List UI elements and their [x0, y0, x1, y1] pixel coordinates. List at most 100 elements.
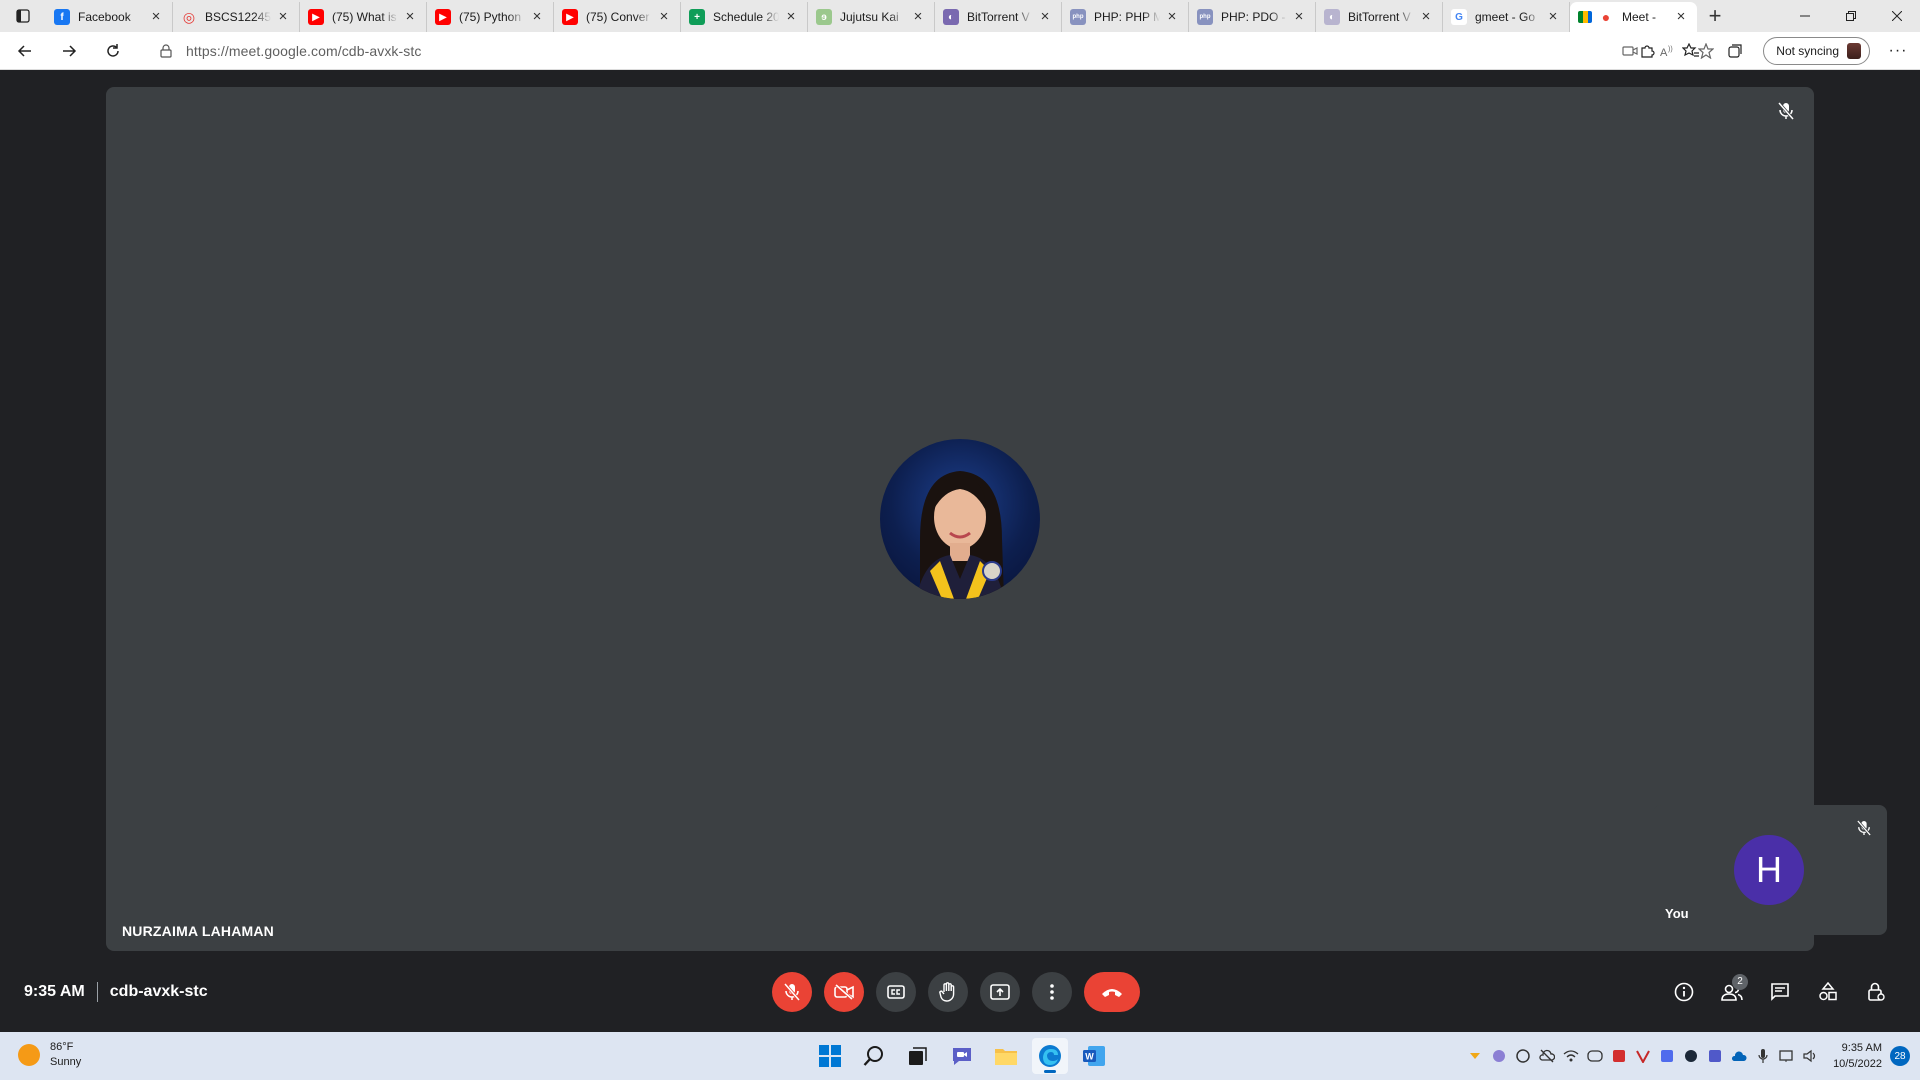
browser-tab[interactable]: php PHP: PDO - × — [1189, 2, 1316, 32]
start-button[interactable] — [812, 1038, 848, 1074]
browser-tab[interactable]: ◐ BitTorrent V × — [935, 2, 1062, 32]
word-button[interactable]: W — [1076, 1038, 1112, 1074]
raise-hand-button[interactable] — [928, 972, 968, 1012]
tab-actions-button[interactable] — [0, 0, 46, 32]
tray-volume-icon[interactable] — [1799, 1032, 1823, 1080]
close-tab-icon[interactable]: × — [275, 9, 291, 25]
participant-tile[interactable]: NURZAIMA LAHAMAN — [106, 87, 1814, 951]
notification-center-badge[interactable]: 28 — [1890, 1046, 1910, 1066]
chat-icon — [1771, 983, 1789, 1001]
close-window-button[interactable] — [1874, 0, 1920, 32]
tray-network-icon[interactable] — [1775, 1032, 1799, 1080]
close-tab-icon[interactable]: × — [1418, 9, 1434, 25]
self-view-tile[interactable]: H You — [1653, 805, 1887, 935]
tray-steam-icon[interactable] — [1511, 1032, 1535, 1080]
close-tab-icon[interactable]: × — [656, 9, 672, 25]
taskbar-clock[interactable]: 9:35 AM 10/5/2022 — [1833, 1040, 1882, 1072]
weather-condition: Sunny — [50, 1056, 82, 1068]
close-tab-icon[interactable]: × — [1291, 9, 1307, 25]
browser-tab[interactable]: ◎ BSCS12245 × — [173, 2, 300, 32]
meeting-details-button[interactable] — [1664, 972, 1704, 1012]
tray-discord-icon[interactable] — [1583, 1032, 1607, 1080]
participant-count-badge: 2 — [1732, 974, 1748, 990]
close-tab-icon[interactable]: × — [402, 9, 418, 25]
toggle-microphone-button[interactable] — [772, 972, 812, 1012]
system-tray: 9:35 AM 10/5/2022 28 — [1463, 1032, 1920, 1080]
tray-wifi-icon[interactable] — [1559, 1032, 1583, 1080]
browser-tab[interactable]: ● Meet - × — [1570, 2, 1697, 32]
tray-steam-client-icon[interactable] — [1679, 1032, 1703, 1080]
lock-person-icon — [1868, 982, 1885, 1001]
file-explorer-button[interactable] — [988, 1038, 1024, 1074]
browser-tab[interactable]: f Facebook × — [46, 2, 173, 32]
tray-nvidia-icon[interactable] — [1655, 1032, 1679, 1080]
toggle-camera-button[interactable] — [824, 972, 864, 1012]
browser-toolbar: https://meet.google.com/cdb-avxk-stc A))… — [0, 32, 1920, 70]
chat-button[interactable] — [1760, 972, 1800, 1012]
forward-button[interactable] — [50, 35, 88, 67]
browser-tab[interactable]: ▶ (75) Python × — [427, 2, 554, 32]
divider — [96, 982, 98, 1002]
google-icon: G — [1451, 9, 1467, 25]
close-icon — [1892, 11, 1902, 21]
self-avatar: H — [1734, 835, 1804, 905]
present-screen-button[interactable] — [980, 972, 1020, 1012]
self-label: You — [1665, 906, 1689, 921]
back-button[interactable] — [6, 35, 44, 67]
task-view-button[interactable] — [900, 1038, 936, 1074]
settings-menu-button[interactable]: ··· — [1876, 35, 1920, 67]
browser-tab[interactable]: ▶ (75) What is × — [300, 2, 427, 32]
tray-app-icon[interactable] — [1487, 1032, 1511, 1080]
people-button[interactable]: 2 — [1712, 972, 1752, 1012]
refresh-button[interactable] — [94, 35, 132, 67]
activities-button[interactable] — [1808, 972, 1848, 1012]
close-tab-icon[interactable]: × — [910, 9, 926, 25]
close-tab-icon[interactable]: × — [1673, 9, 1689, 25]
tray-onedrive-icon[interactable] — [1727, 1032, 1751, 1080]
tray-teams-icon[interactable] — [1703, 1032, 1727, 1080]
browser-tab[interactable]: ▶ (75) Conver × — [554, 2, 681, 32]
leave-call-button[interactable] — [1084, 972, 1140, 1012]
raise-hand-icon — [939, 982, 955, 1002]
minimize-button[interactable] — [1782, 0, 1828, 32]
profile-sync-button[interactable]: Not syncing — [1763, 37, 1870, 65]
browser-tab[interactable]: php PHP: PHP M × — [1062, 2, 1189, 32]
browser-tab[interactable]: Ggmeet - Go × — [1443, 2, 1570, 32]
tray-overflow-icon[interactable] — [1463, 1032, 1487, 1080]
favorites-button[interactable] — [1669, 35, 1713, 67]
meeting-details: 9:35 AM cdb-avxk-stc — [24, 982, 208, 1002]
browser-tab[interactable]: ◐ BitTorrent V × — [1316, 2, 1443, 32]
edge-browser-button[interactable] — [1032, 1038, 1068, 1074]
more-options-button[interactable] — [1032, 972, 1072, 1012]
tray-cloud-off-icon[interactable] — [1535, 1032, 1559, 1080]
close-tab-icon[interactable]: × — [1545, 9, 1561, 25]
youtube-icon: ▶ — [435, 9, 451, 25]
weather-widget[interactable]: 86°F Sunny — [18, 1040, 81, 1070]
tray-microphone-icon[interactable] — [1751, 1032, 1775, 1080]
teams-chat-button[interactable] — [944, 1038, 980, 1074]
tray-app-red-icon[interactable] — [1607, 1032, 1631, 1080]
collections-button[interactable] — [1713, 35, 1757, 67]
youtube-icon: ▶ — [308, 9, 324, 25]
extensions-button[interactable] — [1625, 35, 1669, 67]
close-tab-icon[interactable]: × — [1164, 9, 1180, 25]
url-text[interactable]: https://meet.google.com/cdb-avxk-stc — [186, 43, 421, 59]
mic-off-icon — [1857, 820, 1871, 836]
camera-off-icon — [834, 984, 854, 1000]
tray-antivirus-icon[interactable] — [1631, 1032, 1655, 1080]
close-tab-icon[interactable]: × — [529, 9, 545, 25]
tab-title: (75) Python — [459, 10, 522, 24]
host-controls-button[interactable] — [1856, 972, 1896, 1012]
search-icon — [863, 1046, 883, 1066]
close-tab-icon[interactable]: × — [148, 9, 164, 25]
address-bar[interactable]: https://meet.google.com/cdb-avxk-stc A)) — [146, 36, 1726, 66]
close-tab-icon[interactable]: × — [1037, 9, 1053, 25]
captions-button[interactable] — [876, 972, 916, 1012]
search-button[interactable] — [856, 1038, 892, 1074]
restore-button[interactable] — [1828, 0, 1874, 32]
browser-tab[interactable]: + Schedule 20 × — [681, 2, 808, 32]
close-tab-icon[interactable]: × — [783, 9, 799, 25]
browser-tab[interactable]: ɘ Jujutsu Kai × — [808, 2, 935, 32]
present-screen-icon — [990, 984, 1010, 1000]
new-tab-button[interactable]: + — [1697, 1, 1733, 31]
